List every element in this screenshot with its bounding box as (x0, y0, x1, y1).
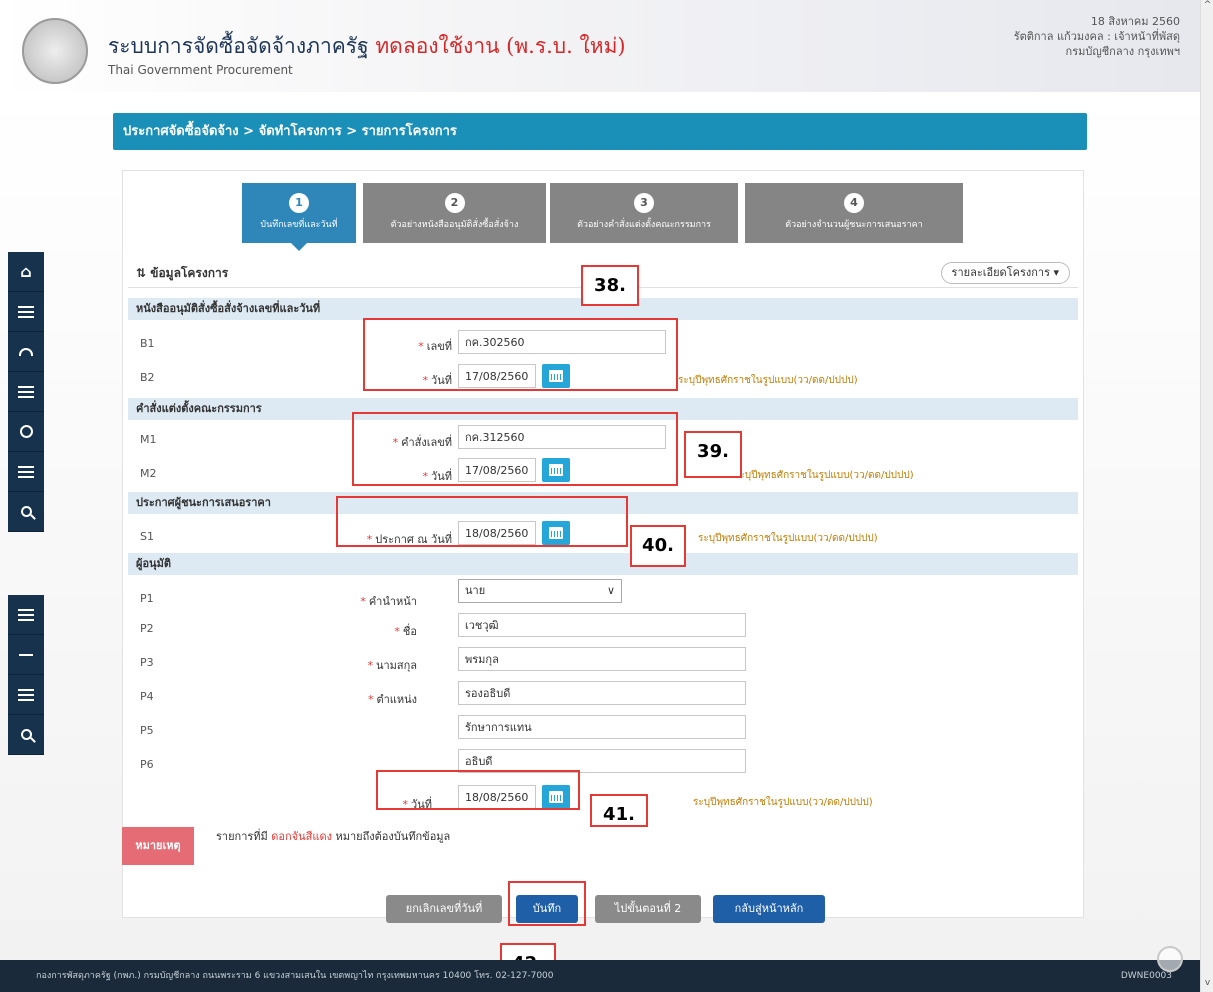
search-button-2[interactable] (8, 715, 44, 755)
step-number: 2 (444, 193, 465, 213)
callout-40: 40. (630, 525, 686, 567)
code-m2: M2 (140, 467, 157, 480)
search-icon (20, 506, 32, 517)
arc-icon (19, 347, 33, 356)
garuda-logo-icon (22, 18, 88, 84)
annotation-box-39 (352, 412, 678, 486)
code-p1: P1 (140, 592, 154, 605)
step-label: ตัวอย่างคำสั่งแต่งตั้งคณะกรรมการ (577, 220, 711, 230)
date-hint: ระบุปีพุทธศักราชในรูปแบบ(วว/ดด/ปปปป) (693, 797, 873, 808)
user-info: 18 สิงหาคม 2560 รัตติกาล แก้วมงคล : เจ้า… (1014, 14, 1180, 59)
nav-button-2[interactable] (8, 332, 44, 372)
menu-button-1[interactable] (8, 292, 44, 332)
step-number: 4 (844, 193, 864, 213)
left-nav-top: ⌂ (8, 252, 44, 532)
p2-firstname-input[interactable] (458, 613, 746, 637)
menu-button-3[interactable] (8, 372, 44, 412)
scroll-to-top-button[interactable] (1157, 946, 1183, 972)
step-4-tab[interactable]: 4 ตัวอย่างจำนวนผู้ชนะการเสนอราคา (745, 183, 963, 243)
collapse-button[interactable] (8, 635, 44, 675)
step-3-tab[interactable]: 3 ตัวอย่างคำสั่งแต่งตั้งคณะกรรมการ (550, 183, 738, 243)
next-step-button[interactable]: ไปขั้นตอนที่ 2 (595, 895, 701, 923)
step-number: 3 (634, 193, 654, 213)
scroll-down-icon[interactable]: v (1201, 978, 1213, 992)
annotation-box-40 (336, 496, 628, 547)
code-p2: P2 (140, 622, 154, 635)
scroll-up-icon[interactable]: ^ (1201, 0, 1213, 14)
menu-button-6[interactable] (8, 595, 44, 635)
p3-lastname-input[interactable] (458, 647, 746, 671)
code-p6: P6 (140, 758, 154, 771)
vertical-scrollbar[interactable]: ^ v (1200, 0, 1213, 992)
chevron-down-icon: ∨ (606, 584, 615, 597)
date-hint: ระบุปีพุทธศักราชในรูปแบบ(วว/ดด/ปปปป) (698, 533, 878, 544)
note-badge: หมายเหตุ (122, 827, 194, 865)
p4-label: * ตำแหน่ง (367, 693, 417, 706)
back-home-button[interactable]: กลับสู่หน้าหลัก (713, 895, 825, 923)
system-subtitle: Thai Government Procurement (108, 63, 293, 77)
p1-label: * คำนำหน้า (360, 595, 417, 608)
callout-38: 38. (581, 265, 639, 306)
nav-button-4[interactable] (8, 412, 44, 452)
callout-41: 41. (590, 794, 648, 827)
code-m1: M1 (140, 433, 157, 446)
callout-39: 39. (684, 431, 742, 478)
step-label: บันทึกเลขที่และวันที่ (260, 220, 338, 230)
code-b1: B1 (140, 337, 155, 350)
minus-icon (19, 653, 33, 656)
date-hint: ระบุปีพุทธศักราชในรูปแบบ(วว/ดด/ปปปป) (734, 470, 914, 481)
p1-prefix-select[interactable]: นาย ∨ (458, 579, 622, 603)
p4-position-input[interactable] (458, 681, 746, 705)
p3-label: * นามสกุล (367, 659, 417, 672)
menu-icon (18, 688, 34, 701)
project-detail-dropdown[interactable]: รายละเอียดโครงการ ▾ (940, 262, 1070, 284)
cancel-number-date-button[interactable]: ยกเลิกเลขที่วันที่ (386, 895, 502, 923)
system-title-text: ระบบการจัดซื้อจัดจ้างภาครัฐ (108, 34, 369, 58)
p2-label: * ชื่อ (394, 625, 417, 638)
section-title: ข้อมูลโครงการ (150, 266, 229, 280)
p5-acting-input[interactable] (458, 715, 746, 739)
footer-text: กองการพัสดุภาครัฐ (กพภ.) กรมบัญชีกลาง ถน… (36, 971, 554, 981)
menu-icon (18, 465, 34, 478)
code-s1: S1 (140, 530, 154, 543)
sliders-icon: ⇅ (136, 266, 147, 280)
home-button[interactable]: ⌂ (8, 252, 44, 292)
trial-label: ทดลองใช้งาน (พ.ร.บ. ใหม่) (375, 34, 626, 58)
left-nav-bottom (8, 595, 44, 755)
step-1-tab[interactable]: 1 บันทึกเลขที่และวันที่ (242, 183, 356, 251)
system-title: ระบบการจัดซื้อจัดจ้างภาครัฐ ทดลองใช้งาน … (108, 30, 626, 63)
menu-button-5[interactable] (8, 452, 44, 492)
menu-button-7[interactable] (8, 675, 44, 715)
code-p5: P5 (140, 724, 154, 737)
annotation-box-41 (376, 770, 580, 810)
current-date: 18 สิงหาคม 2560 (1090, 15, 1180, 28)
circle-icon (19, 425, 33, 438)
header: ระบบการจัดซื้อจัดจ้างภาครัฐ ทดลองใช้งาน … (0, 0, 1200, 92)
group-approver: ผู้อนุมัติ (128, 553, 1078, 575)
code-b2: B2 (140, 371, 155, 384)
menu-icon (18, 385, 34, 398)
step-2-tab[interactable]: 2 ตัวอย่างหนังสืออนุมัติสั่งซื้อสั่งจ้าง (363, 183, 546, 243)
search-icon (20, 729, 32, 740)
home-icon: ⌂ (20, 262, 32, 281)
menu-icon (18, 608, 34, 621)
code-p4: P4 (140, 690, 154, 703)
annotation-box-38 (363, 318, 678, 391)
note-text: รายการที่มี ดอกจันสีแดง หมายถึงต้องบันทึ… (216, 830, 451, 843)
step-number: 1 (289, 193, 309, 213)
step-label: ตัวอย่างจำนวนผู้ชนะการเสนอราคา (785, 220, 923, 230)
code-p3: P3 (140, 656, 154, 669)
save-button[interactable]: บันทึก (516, 895, 578, 923)
menu-icon (18, 305, 34, 318)
date-hint: ระบุปีพุทธศักราชในรูปแบบ(วว/ดด/ปปปป) (678, 375, 858, 386)
user-department: กรมบัญชีกลาง กรุงเทพฯ (1065, 45, 1180, 58)
user-name[interactable]: รัตติกาล แก้วมงคล : เจ้าหน้าที่พัสดุ (1014, 29, 1180, 44)
breadcrumb[interactable]: ประกาศจัดซื้อจัดจ้าง > จัดทำโครงการ > รา… (113, 113, 1087, 150)
search-button-1[interactable] (8, 492, 44, 532)
footer: กองการพัสดุภาครัฐ (กพภ.) กรมบัญชีกลาง ถน… (0, 960, 1200, 992)
step-label: ตัวอย่างหนังสืออนุมัติสั่งซื้อสั่งจ้าง (390, 220, 519, 230)
